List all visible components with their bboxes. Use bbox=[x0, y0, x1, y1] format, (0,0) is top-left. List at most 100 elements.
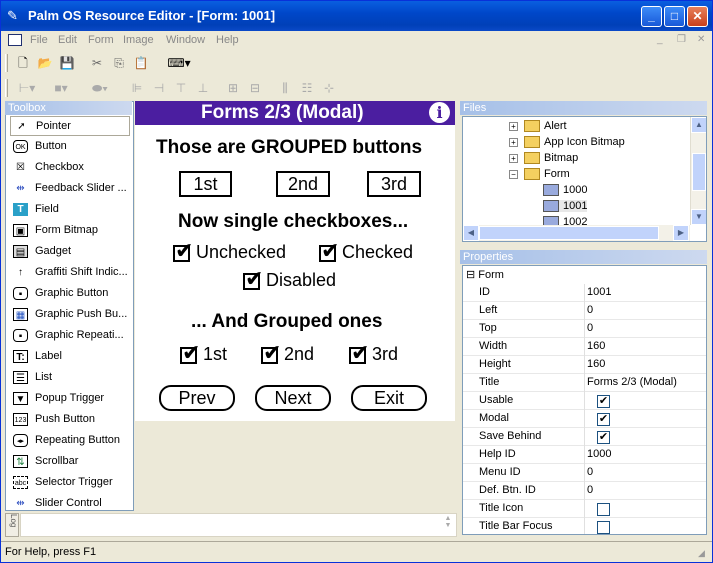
center-vertical-icon[interactable]: ⊞ bbox=[223, 78, 243, 98]
grid-icon[interactable]: ⊹ bbox=[319, 78, 339, 98]
menu-window[interactable]: Window bbox=[166, 34, 205, 46]
checkbox-disabled[interactable]: Disabled bbox=[243, 266, 336, 294]
scroll-up-icon[interactable]: ▲ bbox=[691, 117, 706, 133]
mdi-minimize-icon[interactable]: _ bbox=[657, 34, 663, 45]
property-checkbox[interactable] bbox=[597, 503, 610, 516]
toolbar-grip-2[interactable] bbox=[5, 79, 8, 97]
new-file-icon[interactable]: 🗋 bbox=[13, 53, 33, 73]
toolbox-item-scrollbar[interactable]: ⇅ Scrollbar bbox=[10, 452, 130, 472]
toolbox-item-push-button[interactable]: 123 Push Button bbox=[10, 410, 130, 430]
property-value[interactable]: 1001 bbox=[587, 286, 611, 298]
property-checkbox[interactable]: ✔ bbox=[597, 395, 610, 408]
toolbox-item-button[interactable]: OK Button bbox=[10, 137, 130, 157]
toolbox-item-label[interactable]: T: Label bbox=[10, 347, 130, 367]
device-dropdown-icon[interactable]: ⌨▾ bbox=[163, 53, 195, 73]
menu-help[interactable]: Help bbox=[216, 34, 239, 46]
property-row[interactable]: Usable ✔ bbox=[463, 392, 706, 410]
align-bottom-icon[interactable]: ⊥ bbox=[193, 78, 213, 98]
toolbox-item-graffiti-shift[interactable]: ↑ Graffiti Shift Indic... bbox=[10, 263, 130, 283]
form-canvas[interactable]: Forms 2/3 (Modal) i Those are GROUPED bu… bbox=[135, 101, 455, 421]
resize-grip-icon[interactable]: ◢ bbox=[698, 548, 705, 559]
property-row[interactable]: Def. Btn. ID 0 bbox=[463, 482, 706, 500]
toolbox-item-repeating-button[interactable]: ◂▸ Repeating Button bbox=[10, 431, 130, 451]
property-value[interactable]: 0 bbox=[587, 484, 593, 496]
property-row[interactable]: Height 160 bbox=[463, 356, 706, 374]
checkbox-checked[interactable]: Checked bbox=[319, 238, 413, 266]
open-folder-icon[interactable]: 📂 bbox=[35, 53, 55, 73]
property-row[interactable]: Title Icon bbox=[463, 500, 706, 518]
property-value[interactable]: Forms 2/3 (Modal) bbox=[587, 376, 677, 388]
toolbox-item-popup-trigger[interactable]: ▼ Popup Trigger bbox=[10, 389, 130, 409]
mdi-close-icon[interactable]: ✕ bbox=[697, 34, 705, 45]
next-button[interactable]: Next bbox=[255, 385, 331, 411]
tree-item-1001[interactable]: 1001 bbox=[543, 200, 588, 213]
toolbox-item-list[interactable]: ☰ List bbox=[10, 368, 130, 388]
collapse-icon[interactable]: − bbox=[509, 169, 518, 179]
copy-icon[interactable]: ⎘ bbox=[109, 53, 129, 73]
tree-item-alert[interactable]: + Alert bbox=[509, 120, 567, 133]
maximize-button[interactable]: □ bbox=[664, 6, 685, 27]
fill-dropdown-icon[interactable]: ■▾ bbox=[47, 78, 75, 98]
property-value[interactable]: 160 bbox=[587, 358, 605, 370]
grouped-check-3rd[interactable]: 3rd bbox=[349, 340, 398, 368]
center-horizontal-icon[interactable]: ⊟ bbox=[245, 78, 265, 98]
minimize-button[interactable]: _ bbox=[641, 6, 662, 27]
toolbox-item-slider-control[interactable]: ⇹ Slider Control bbox=[10, 494, 130, 510]
prev-button[interactable]: Prev bbox=[159, 385, 235, 411]
property-checkbox[interactable]: ✔ bbox=[597, 413, 610, 426]
menu-image[interactable]: Image bbox=[123, 34, 154, 46]
grouped-check-2nd[interactable]: 2nd bbox=[261, 340, 314, 368]
files-horizontal-scrollbar[interactable]: ◀ ▶ bbox=[463, 225, 690, 241]
property-row[interactable]: Menu ID 0 bbox=[463, 464, 706, 482]
paste-icon[interactable]: 📋 bbox=[131, 53, 151, 73]
property-row[interactable]: Title Forms 2/3 (Modal) bbox=[463, 374, 706, 392]
property-row[interactable]: Left 0 bbox=[463, 302, 706, 320]
title-bar[interactable]: ✎ Palm OS Resource Editor - [Form: 1001]… bbox=[1, 1, 712, 31]
menu-edit[interactable]: Edit bbox=[58, 34, 77, 46]
tree-item-bitmap[interactable]: + Bitmap bbox=[509, 152, 578, 165]
property-row[interactable]: Help ID 1000 bbox=[463, 446, 706, 464]
property-row[interactable]: Save Behind ✔ bbox=[463, 428, 706, 446]
cut-icon[interactable]: ✂ bbox=[87, 53, 107, 73]
property-checkbox[interactable] bbox=[597, 521, 610, 534]
log-scroll-icon[interactable]: ▲ ▼ bbox=[441, 515, 455, 535]
info-icon[interactable]: i bbox=[429, 102, 450, 123]
property-checkbox[interactable]: ✔ bbox=[597, 431, 610, 444]
checkbox-unchecked[interactable]: Unchecked bbox=[173, 238, 286, 266]
toolbox-item-field[interactable]: T Field bbox=[10, 200, 130, 220]
tree-item-1000[interactable]: 1000 bbox=[543, 184, 587, 197]
property-row[interactable]: Top 0 bbox=[463, 320, 706, 338]
log-tab[interactable]: Log bbox=[5, 513, 19, 537]
property-row[interactable]: Width 160 bbox=[463, 338, 706, 356]
toolbar-grip[interactable] bbox=[5, 54, 8, 72]
properties-group[interactable]: ⊟ Form bbox=[466, 268, 504, 281]
toolbox-item-checkbox[interactable]: ☒ Checkbox bbox=[10, 158, 130, 178]
toolbox-item-graphic-repeating[interactable]: ▪ Graphic Repeati... bbox=[10, 326, 130, 346]
mdi-window-icon[interactable] bbox=[8, 34, 22, 46]
shape-dropdown-icon[interactable]: ⬬▾ bbox=[85, 78, 115, 98]
scroll-thumb-horizontal[interactable] bbox=[479, 226, 659, 240]
align-left-icon[interactable]: ⊫ bbox=[127, 78, 147, 98]
tab-order-icon[interactable]: ⊢▾ bbox=[13, 78, 41, 98]
close-button[interactable]: ✕ bbox=[687, 6, 708, 27]
property-row[interactable]: ID 1001 bbox=[463, 284, 706, 302]
save-icon[interactable]: 💾 bbox=[57, 53, 77, 73]
tree-item-form[interactable]: − Form bbox=[509, 168, 570, 181]
grouped-button-2nd[interactable]: 2nd bbox=[276, 171, 330, 197]
menu-form[interactable]: Form bbox=[88, 34, 114, 46]
mdi-restore-icon[interactable]: ❐ bbox=[677, 34, 686, 45]
toolbox-item-graphic-button[interactable]: ▪ Graphic Button bbox=[10, 284, 130, 304]
toolbox-item-pointer[interactable]: ➚ Pointer bbox=[10, 116, 130, 136]
toolbox-item-graphic-push-button[interactable]: ▦ Graphic Push Bu... bbox=[10, 305, 130, 325]
property-row[interactable]: Title Bar Focus bbox=[463, 518, 706, 534]
property-value[interactable]: 0 bbox=[587, 322, 593, 334]
tree-item-app-icon-bitmap[interactable]: + App Icon Bitmap bbox=[509, 136, 625, 149]
exit-button[interactable]: Exit bbox=[351, 385, 427, 411]
grouped-check-1st[interactable]: 1st bbox=[180, 340, 227, 368]
property-value[interactable]: 160 bbox=[587, 340, 605, 352]
align-right-icon[interactable]: ⊣ bbox=[149, 78, 169, 98]
toolbox-item-form-bitmap[interactable]: ▣ Form Bitmap bbox=[10, 221, 130, 241]
toolbox-item-gadget[interactable]: ▤ Gadget bbox=[10, 242, 130, 262]
files-vertical-scrollbar[interactable]: ▲ ▼ bbox=[690, 117, 706, 225]
expand-icon[interactable]: + bbox=[509, 121, 518, 131]
